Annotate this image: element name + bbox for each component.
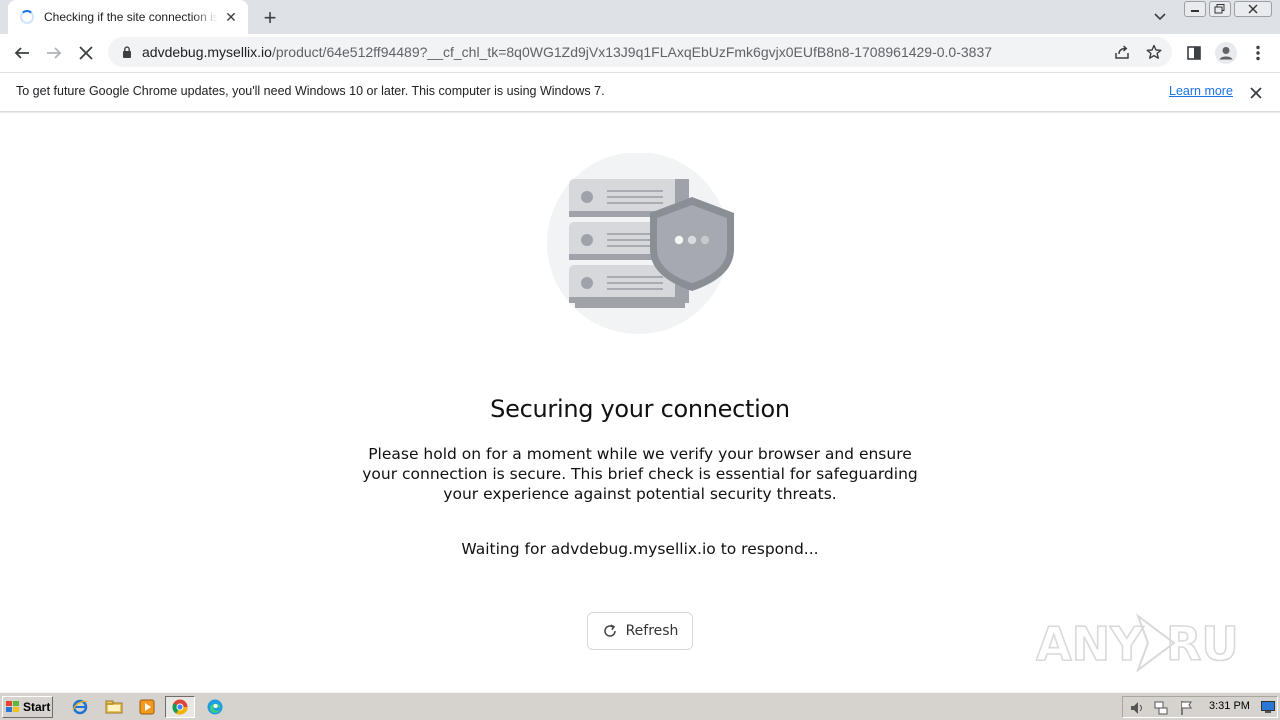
taskbar: Start <box>0 692 1280 720</box>
page-title: Securing your connection <box>490 395 790 423</box>
close-window-button[interactable] <box>1234 1 1272 17</box>
tab-close-icon[interactable]: ✕ <box>222 8 240 26</box>
back-arrow-icon <box>14 47 29 59</box>
network-icon[interactable] <box>1153 700 1169 716</box>
lock-icon[interactable] <box>120 45 134 59</box>
restore-button[interactable] <box>1209 1 1231 17</box>
windows-logo-icon <box>6 701 19 712</box>
file-explorer-icon[interactable] <box>103 697 125 717</box>
bookmark-star-icon[interactable] <box>1143 41 1165 63</box>
waiting-status-text: Waiting for advdebug.mysellix.io to resp… <box>461 540 819 558</box>
url-text[interactable]: advdebug.mysellix.io/product/64e512ff944… <box>142 44 1172 60</box>
internet-explorer-icon[interactable] <box>69 697 91 717</box>
menu-button[interactable] <box>1244 39 1272 67</box>
active-tab[interactable]: Checking if the site connection is secur… <box>8 0 248 34</box>
system-tray <box>1122 696 1278 718</box>
infobar-message: To get future Google Chrome updates, you… <box>16 84 605 98</box>
refresh-icon <box>603 624 616 637</box>
back-button[interactable] <box>8 39 36 67</box>
start-label: Start <box>23 700 51 714</box>
side-panel-button[interactable] <box>1180 39 1208 67</box>
minimize-button[interactable] <box>1184 1 1206 17</box>
profile-avatar-icon <box>1215 42 1237 64</box>
stop-loading-button[interactable] <box>72 39 100 67</box>
chrome-taskbar-button[interactable] <box>165 696 195 718</box>
forward-button[interactable] <box>40 39 68 67</box>
url-host: advdebug.mysellix.io <box>142 44 272 60</box>
new-tab-button[interactable]: + <box>258 5 282 30</box>
page-content: Securing your connection Please hold on … <box>0 113 1280 692</box>
loading-spinner-icon <box>20 10 34 24</box>
action-center-flag-icon[interactable] <box>1179 700 1195 716</box>
taskbar-clock: 3:31 PM <box>1209 700 1250 712</box>
page-description: Please hold on for a moment while we ver… <box>362 445 918 503</box>
learn-more-link[interactable]: Learn more <box>1169 84 1233 98</box>
address-bar[interactable]: advdebug.mysellix.io/product/64e512ff944… <box>108 37 1172 67</box>
show-desktop-icon[interactable] <box>1261 701 1275 713</box>
refresh-button[interactable]: Refresh <box>587 612 693 650</box>
media-player-icon[interactable] <box>136 697 158 717</box>
stop-x-icon <box>79 46 93 60</box>
forward-arrow-icon <box>47 47 62 59</box>
tab-title: Checking if the site connection is secur… <box>44 10 218 24</box>
start-button[interactable]: Start <box>2 696 53 718</box>
edge-icon[interactable] <box>204 697 226 717</box>
svg-text:ANY: ANY <box>1036 617 1144 671</box>
server-shield-illustration <box>547 153 734 334</box>
browser-toolbar: advdebug.mysellix.io/product/64e512ff944… <box>0 34 1280 72</box>
url-path: /product/64e512ff94489?__cf_chl_tk=8q0WG… <box>271 44 993 60</box>
tab-strip: Checking if the site connection is secur… <box>0 0 1280 34</box>
tab-search-chevron-icon[interactable] <box>1150 7 1170 27</box>
volume-icon[interactable] <box>1129 700 1145 716</box>
refresh-label: Refresh <box>625 623 679 639</box>
chrome-icon <box>172 699 188 715</box>
profile-button[interactable] <box>1212 39 1240 67</box>
update-infobar: To get future Google Chrome updates, you… <box>0 72 1280 112</box>
share-icon[interactable] <box>1111 41 1133 63</box>
anyrun-watermark-logo: ANY RUN <box>1036 613 1236 673</box>
side-panel-icon <box>1187 46 1201 60</box>
svg-text:RUN: RUN <box>1166 617 1236 671</box>
kebab-menu-icon <box>1256 45 1260 61</box>
infobar-close-icon[interactable] <box>1246 83 1266 103</box>
